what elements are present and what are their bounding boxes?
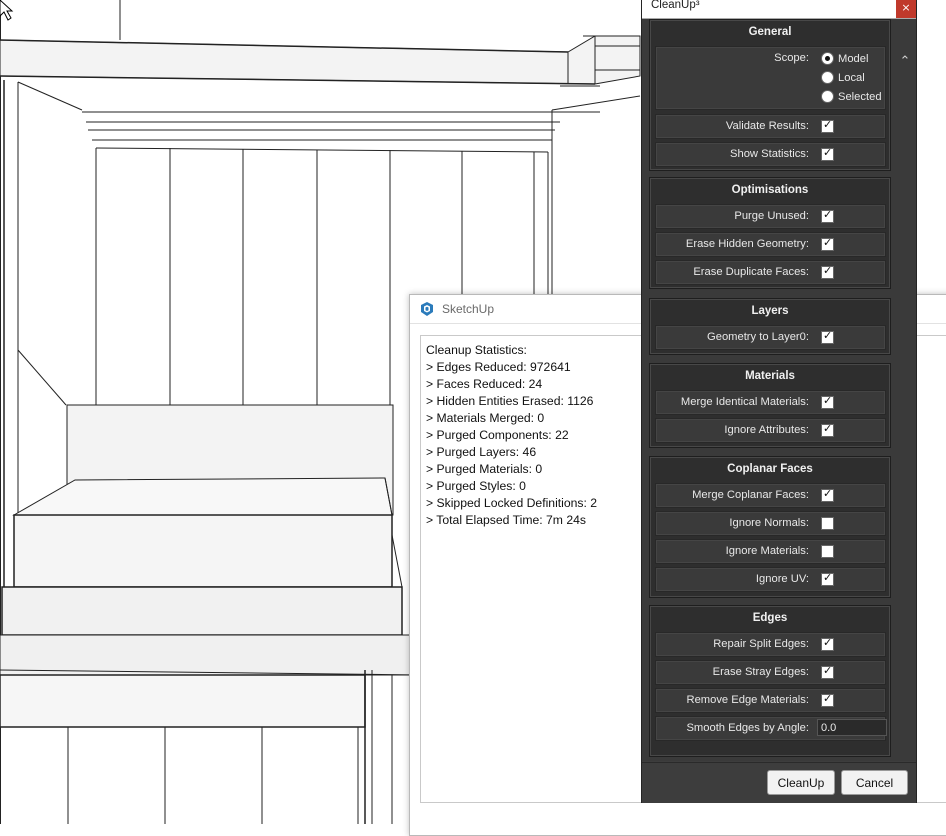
erase-stray-edges-label: Erase Stray Edges: <box>712 666 809 678</box>
purge-unused-checkbox[interactable]: ✓ <box>821 208 834 223</box>
section-optimisations: Optimisations Purge Unused: ✓ Erase Hidd… <box>649 177 891 289</box>
repair-split-edges-checkbox[interactable]: ✓ <box>821 636 834 651</box>
show-statistics-checkbox[interactable]: ✓ <box>821 146 834 161</box>
ignore-uv-checkbox[interactable]: ✓ <box>821 571 834 586</box>
cleanup-titlebar[interactable]: CleanUp³ × <box>642 0 916 19</box>
merge-coplanar-faces-label: Merge Coplanar Faces: <box>692 489 809 501</box>
merge-coplanar-faces-row: Merge Coplanar Faces: ✓ <box>655 483 886 508</box>
smooth-edges-angle-input[interactable] <box>817 719 887 736</box>
merge-identical-materials-row: Merge Identical Materials: ✓ <box>655 390 886 415</box>
erase-hidden-geometry-row: Erase Hidden Geometry: ✓ <box>655 232 886 257</box>
section-title: General <box>748 26 792 38</box>
erase-duplicate-faces-checkbox[interactable]: ✓ <box>821 264 834 279</box>
scope-row: Scope: Model Local Selected <box>655 46 886 110</box>
remove-edge-materials-row: Remove Edge Materials: ✓ <box>655 688 886 713</box>
section-layers: Layers Geometry to Layer0: ✓ <box>649 298 891 355</box>
validate-results-row: Validate Results: ✓ <box>655 114 886 139</box>
radio-button[interactable] <box>821 52 834 65</box>
scope-option-label: Selected <box>838 90 882 103</box>
section-title: Materials <box>745 370 795 382</box>
cleanup-window: CleanUp³ × ⌃ ⌄ General Scope: Model Loca… <box>641 0 917 803</box>
ignore-normals-row: Ignore Normals: <box>655 511 886 536</box>
show-statistics-label: Show Statistics: <box>730 148 809 160</box>
section-general: General Scope: Model Local Selected Vali… <box>649 19 891 171</box>
repair-split-edges-label: Repair Split Edges: <box>713 638 809 650</box>
geometry-to-layer0-row: Geometry to Layer0: ✓ <box>655 325 886 350</box>
scope-option-label: Model <box>838 52 869 65</box>
ignore-attributes-label: Ignore Attributes: <box>724 424 809 436</box>
validate-results-label: Validate Results: <box>725 120 809 132</box>
ignore-attributes-row: Ignore Attributes: ✓ <box>655 418 886 443</box>
ignore-materials-checkbox[interactable] <box>821 545 834 558</box>
geometry-to-layer0-label: Geometry to Layer0: <box>707 331 809 343</box>
purge-unused-label: Purge Unused: <box>734 210 809 222</box>
merge-coplanar-faces-checkbox[interactable]: ✓ <box>821 487 834 502</box>
sketchup-logo-icon <box>421 302 433 316</box>
merge-identical-materials-checkbox[interactable]: ✓ <box>821 394 834 409</box>
scope-option-local[interactable]: Local <box>821 71 865 84</box>
erase-duplicate-faces-label: Erase Duplicate Faces: <box>693 266 809 278</box>
erase-duplicate-faces-row: Erase Duplicate Faces: ✓ <box>655 260 886 285</box>
repair-split-edges-row: Repair Split Edges: ✓ <box>655 632 886 657</box>
erase-hidden-geometry-checkbox[interactable]: ✓ <box>821 236 834 251</box>
cleanup-footer: CleanUp Cancel <box>642 762 916 803</box>
smooth-edges-row: Smooth Edges by Angle: <box>655 716 887 741</box>
section-edges: Edges Repair Split Edges: ✓ Erase Stray … <box>649 605 891 757</box>
scroll-up-icon[interactable]: ⌃ <box>897 53 913 69</box>
scope-label: Scope: <box>774 52 809 64</box>
erase-hidden-geometry-label: Erase Hidden Geometry: <box>685 238 809 250</box>
remove-edge-materials-checkbox[interactable]: ✓ <box>821 692 834 707</box>
remove-edge-materials-label: Remove Edge Materials: <box>686 694 810 706</box>
erase-stray-edges-checkbox[interactable]: ✓ <box>821 664 834 679</box>
erase-stray-edges-row: Erase Stray Edges: ✓ <box>655 660 886 685</box>
mouse-cursor-icon <box>0 0 14 21</box>
section-title: Layers <box>751 305 789 317</box>
ignore-uv-row: Ignore UV: ✓ <box>655 567 886 592</box>
purge-unused-row: Purge Unused: ✓ <box>655 204 886 229</box>
section-coplanar-faces: Coplanar Faces Merge Coplanar Faces: ✓ I… <box>649 456 891 598</box>
show-statistics-row: Show Statistics: ✓ <box>655 142 886 167</box>
close-icon[interactable]: × <box>896 0 916 18</box>
ignore-uv-label: Ignore UV: <box>755 573 809 585</box>
section-title: Coplanar Faces <box>727 463 813 475</box>
section-title: Edges <box>752 612 788 624</box>
scope-option-model[interactable]: Model <box>821 52 868 65</box>
ignore-normals-checkbox[interactable] <box>821 517 834 530</box>
cleanup-options-scroll[interactable]: ⌃ ⌄ General Scope: Model Local <box>642 19 916 761</box>
validate-results-checkbox[interactable]: ✓ <box>821 118 834 133</box>
smooth-edges-label: Smooth Edges by Angle: <box>686 722 809 734</box>
merge-identical-materials-label: Merge Identical Materials: <box>680 396 809 408</box>
section-materials: Materials Merge Identical Materials: ✓ I… <box>649 363 891 448</box>
section-title: Optimisations <box>731 184 809 196</box>
cleanup-title: CleanUp³ <box>651 0 700 11</box>
geometry-to-layer0-checkbox[interactable]: ✓ <box>821 329 834 344</box>
scope-option-selected[interactable]: Selected <box>821 90 882 103</box>
ignore-normals-label: Ignore Normals: <box>729 517 809 529</box>
radio-button[interactable] <box>821 90 834 103</box>
radio-button[interactable] <box>821 71 834 84</box>
statistics-dialog-title: SketchUp <box>442 302 495 316</box>
cleanup-button[interactable]: CleanUp <box>767 770 835 795</box>
scope-option-label: Local <box>838 71 865 84</box>
cancel-button[interactable]: Cancel <box>841 770 908 795</box>
ignore-attributes-checkbox[interactable]: ✓ <box>821 422 834 437</box>
ignore-materials-row: Ignore Materials: <box>655 539 886 564</box>
scroll-down-icon[interactable]: ⌄ <box>897 755 913 762</box>
ignore-materials-label: Ignore Materials: <box>725 545 809 557</box>
